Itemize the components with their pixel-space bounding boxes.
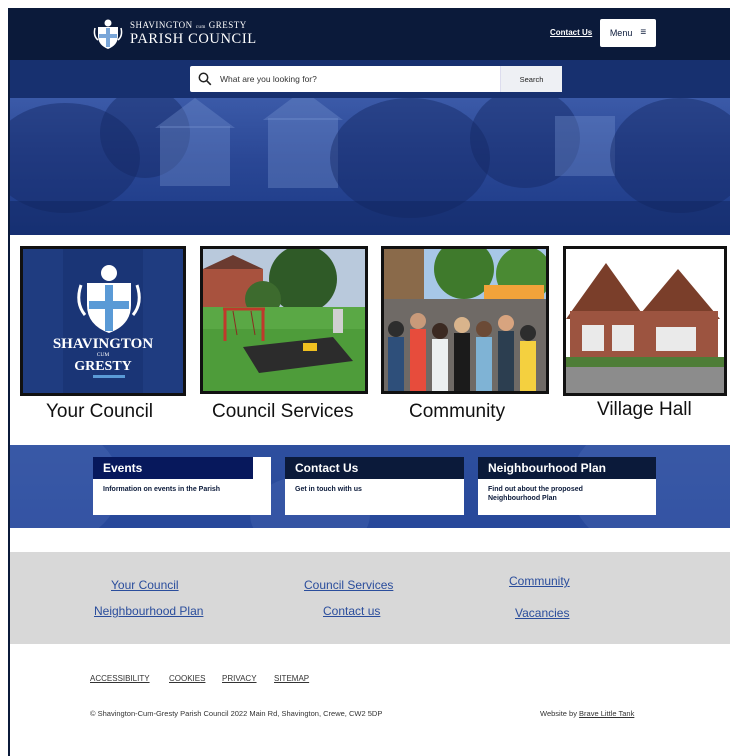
community-crowd-image [384, 249, 546, 391]
legal-link-accessibility[interactable]: ACCESSIBILITY [90, 674, 150, 683]
community-photo [381, 246, 549, 394]
card-contact-us-body: Get in touch with us [295, 486, 362, 493]
tile-label-community[interactable]: Community [409, 401, 505, 423]
council-crest-image: SHAVINGTON CUM GRESTY [20, 246, 186, 396]
footer-link-your-council[interactable]: Your Council [111, 578, 179, 592]
tile-label-village-hall[interactable]: Village Hall [597, 399, 692, 421]
footer-link-council-services[interactable]: Council Services [304, 578, 393, 592]
logo-parish-council: PARISH COUNCIL [130, 31, 257, 48]
search-icon [198, 72, 212, 86]
search-bar: Search [190, 66, 562, 92]
menu-label: Menu [609, 28, 633, 38]
quick-links-band: Events Information on events in the Pari… [10, 445, 730, 528]
crest-text-cum: CUM [96, 352, 110, 358]
logo-wordmark: SHAVINGTON cum GRESTY PARISH COUNCIL [130, 21, 257, 47]
search-button[interactable]: Search [500, 66, 562, 92]
legal-link-privacy[interactable]: PRIVACY [222, 674, 257, 683]
logo-gresty: GRESTY [208, 20, 247, 31]
tile-label-council-services[interactable]: Council Services [212, 401, 354, 423]
legal-link-cookies[interactable]: COOKIES [169, 674, 205, 683]
card-neighbourhood-plan-body: Find out about the proposed Neighbourhoo… [488, 486, 583, 503]
playground-photo [200, 246, 368, 394]
site-header: SHAVINGTON cum GRESTY PARISH COUNCIL Con… [10, 8, 730, 60]
logo-shavington: SHAVINGTON [130, 20, 193, 31]
footer-link-vacancies[interactable]: Vacancies [515, 606, 569, 620]
village-hall-image [566, 249, 724, 393]
crest-text-gresty: GRESTY [74, 359, 132, 374]
footer-nav: Your Council Neighbourhood Plan Council … [10, 552, 730, 644]
card-events-body: Information on events in the Parish [103, 486, 221, 493]
card-neighbourhood-plan-title[interactable]: Neighbourhood Plan [478, 457, 656, 479]
credit-prefix: Website by [540, 709, 580, 718]
search-input[interactable] [220, 74, 500, 84]
playground-image [203, 249, 365, 391]
site-logo[interactable]: SHAVINGTON cum GRESTY PARISH COUNCIL [92, 16, 282, 52]
header-contact-link[interactable]: Contact Us [550, 28, 592, 37]
search-band: Search [10, 60, 730, 98]
hamburger-icon: ≡ [640, 27, 647, 38]
footer-link-neighbourhood-plan[interactable]: Neighbourhood Plan [94, 604, 203, 618]
site-credit: Website by Brave Little Tank [540, 709, 634, 718]
card-contact-us-title[interactable]: Contact Us [285, 457, 464, 479]
village-hall-photo [563, 246, 727, 396]
tile-label-your-council[interactable]: Your Council [46, 401, 153, 423]
credit-link[interactable]: Brave Little Tank [579, 709, 634, 718]
crest-icon [93, 19, 123, 49]
copyright-text: © Shavington-Cum-Gresty Parish Council 2… [90, 709, 383, 718]
hero-banner [10, 98, 730, 235]
footer-link-contact-us[interactable]: Contact us [323, 604, 380, 618]
card-events-title[interactable]: Events [93, 457, 253, 479]
crest-text-shavington: SHAVINGTON [52, 336, 154, 352]
footer-link-community[interactable]: Community [509, 574, 570, 588]
card-events[interactable]: Events Information on events in the Pari… [93, 457, 271, 515]
card-contact-us[interactable]: Contact Us Get in touch with us [285, 457, 464, 515]
logo-cum: cum [195, 25, 206, 31]
legal-link-sitemap[interactable]: SITEMAP [274, 674, 309, 683]
card-neighbourhood-plan[interactable]: Neighbourhood Plan Find out about the pr… [478, 457, 656, 515]
menu-button[interactable]: Menu ≡ [600, 19, 656, 47]
